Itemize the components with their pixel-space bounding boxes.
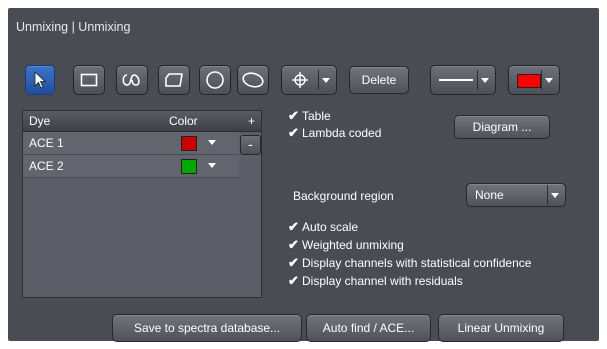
arrow-pointer-icon (34, 71, 47, 89)
rectangle-icon (80, 73, 98, 87)
auto-scale-label: Auto scale (302, 220, 359, 234)
table-label: Table (302, 109, 331, 123)
color-dropdown[interactable] (508, 65, 560, 95)
polygon-tool[interactable] (158, 65, 190, 95)
checkmark-icon: ✔ (288, 125, 299, 140)
unmixing-panel: Unmixing | Unmixing Delete Dye Color + A… (8, 8, 599, 342)
ellipse-tool[interactable] (237, 65, 269, 95)
table-row[interactable]: ACE 1 (23, 132, 239, 155)
linear-unmixing-button[interactable]: Linear Unmixing (438, 314, 564, 342)
save-to-spectra-database-button[interactable]: Save to spectra database... (112, 314, 302, 342)
dye-name: ACE 2 (29, 159, 64, 173)
dye-name: ACE 1 (29, 136, 64, 150)
pointer-tool[interactable] (25, 65, 55, 95)
line-style-icon (439, 79, 473, 81)
delete-button[interactable]: Delete (349, 66, 409, 94)
statistical-confidence-checkbox[interactable]: ✔ Display channels with statistical confi… (288, 255, 531, 271)
statistical-confidence-label: Display channels with statistical confid… (302, 256, 532, 270)
chevron-down-icon[interactable] (208, 163, 216, 168)
freehand-spline-icon (122, 74, 140, 86)
checkmark-icon: ✔ (288, 237, 299, 252)
table-checkbox[interactable]: ✔ Table (288, 108, 331, 124)
background-region-dropdown[interactable]: None (466, 183, 566, 207)
panel-title: Unmixing | Unmixing (16, 20, 131, 34)
rectangle-tool[interactable] (73, 65, 105, 95)
checkmark-icon: ✔ (288, 273, 299, 288)
background-region-value: None (475, 188, 504, 202)
auto-scale-checkbox[interactable]: ✔ Auto scale (288, 219, 358, 235)
checkmark-icon: ✔ (288, 108, 299, 123)
line-style-dropdown[interactable] (430, 65, 496, 95)
auto-find-ace-button[interactable]: Auto find / ACE... (306, 314, 431, 342)
add-dye-button[interactable]: + (248, 114, 255, 128)
lambda-coded-label: Lambda coded (302, 126, 382, 140)
checkmark-icon: ✔ (288, 219, 299, 234)
polygon-icon (165, 73, 183, 87)
residuals-label: Display channel with residuals (302, 274, 463, 288)
checkmark-icon: ✔ (288, 255, 299, 270)
crosshair-dropdown[interactable] (281, 65, 337, 95)
chevron-down-icon (541, 70, 556, 90)
color-column-header: Color (169, 114, 198, 128)
weighted-unmixing-checkbox[interactable]: ✔ Weighted unmixing (288, 237, 404, 253)
diagram-button[interactable]: Diagram ... (454, 115, 550, 139)
circle-icon (206, 71, 224, 89)
residuals-checkbox[interactable]: ✔ Display channel with residuals (288, 273, 463, 289)
lambda-coded-checkbox[interactable]: ✔ Lambda coded (288, 125, 381, 141)
dye-color-swatch[interactable] (181, 159, 197, 174)
dye-column-header: Dye (29, 114, 51, 128)
background-region-label: Background region (293, 189, 394, 203)
table-row[interactable]: ACE 2 (23, 155, 239, 178)
dye-table-header: Dye Color + (23, 111, 261, 132)
circle-tool[interactable] (199, 65, 231, 95)
chevron-down-icon (477, 70, 492, 90)
chevron-down-icon (547, 185, 562, 205)
ellipse-icon (242, 72, 264, 88)
weighted-unmixing-label: Weighted unmixing (302, 238, 404, 252)
dye-table: Dye Color + ACE 1 ACE 2 - (22, 110, 262, 298)
chevron-down-icon (318, 70, 333, 90)
freehand-tool[interactable] (116, 65, 148, 95)
chevron-down-icon[interactable] (208, 140, 216, 145)
remove-dye-button[interactable]: - (240, 135, 261, 155)
crosshair-icon (292, 72, 308, 88)
color-swatch (517, 74, 541, 88)
dye-color-swatch[interactable] (181, 136, 197, 151)
